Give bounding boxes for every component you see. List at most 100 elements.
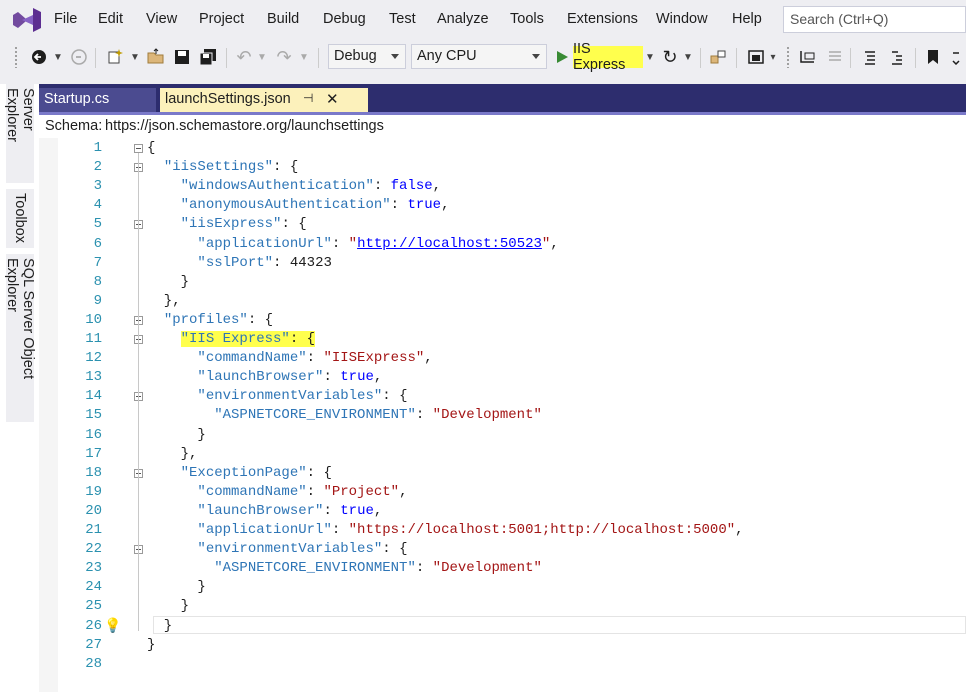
navigate-back-icon[interactable] bbox=[28, 46, 50, 68]
save-icon[interactable] bbox=[171, 46, 193, 68]
code-line[interactable]: "launchBrowser": true, bbox=[147, 503, 382, 519]
dropdown-arrow-icon[interactable]: ▼ bbox=[256, 46, 268, 68]
menu-build[interactable]: Build bbox=[267, 11, 299, 27]
code-line[interactable]: { bbox=[147, 140, 155, 156]
line-number: 14 bbox=[85, 388, 102, 405]
toolbar-grip[interactable] bbox=[14, 46, 18, 68]
outlining-margin-line bbox=[138, 153, 139, 631]
run-target-button[interactable]: IIS Express bbox=[573, 41, 643, 73]
code-line[interactable]: "ASPNETCORE_ENVIRONMENT": "Development" bbox=[147, 407, 542, 423]
solution-configuration-select[interactable]: Debug bbox=[328, 44, 406, 69]
code-line[interactable]: "applicationUrl": "http://localhost:5052… bbox=[147, 236, 558, 252]
menu-project[interactable]: Project bbox=[199, 11, 244, 27]
open-folder-icon[interactable] bbox=[144, 46, 168, 68]
toolbar-grip[interactable] bbox=[786, 46, 790, 68]
search-input[interactable]: Search (Ctrl+Q) bbox=[783, 6, 966, 33]
dropdown-arrow-icon[interactable]: ▼ bbox=[682, 46, 694, 68]
dropdown-arrow-icon[interactable]: ▼ bbox=[129, 46, 141, 68]
document-tab-strip: Startup.cs launchSettings.json ⊣ ✕ bbox=[39, 84, 966, 115]
code-line[interactable]: "launchBrowser": true, bbox=[147, 369, 382, 385]
line-number: 1 bbox=[93, 140, 102, 156]
code-line[interactable]: }, bbox=[147, 446, 198, 462]
code-line[interactable]: "environmentVariables": { bbox=[147, 541, 407, 557]
code-line[interactable]: } bbox=[147, 598, 189, 614]
line-number: 21 bbox=[85, 522, 102, 538]
code-line[interactable]: } bbox=[147, 274, 189, 290]
menu-edit[interactable]: Edit bbox=[98, 11, 123, 27]
start-debugging-icon[interactable] bbox=[553, 46, 571, 68]
dropdown-arrow-icon[interactable]: ▼ bbox=[645, 46, 655, 68]
redo-icon[interactable]: ↷ bbox=[273, 46, 295, 68]
tab-launch-settings-json[interactable]: launchSettings.json ⊣ ✕ bbox=[160, 88, 368, 112]
solution-explorer-icon[interactable] bbox=[745, 46, 767, 68]
browser-link-icon[interactable] bbox=[706, 46, 730, 68]
menu-debug[interactable]: Debug bbox=[323, 11, 366, 27]
server-explorer-tab[interactable]: Server Explorer bbox=[4, 84, 36, 183]
uncomment-lines-icon[interactable] bbox=[885, 46, 909, 68]
visual-studio-logo-icon[interactable] bbox=[10, 6, 44, 34]
code-line[interactable]: "anonymousAuthentication": true, bbox=[147, 197, 450, 213]
code-line[interactable]: "profiles": { bbox=[147, 312, 273, 328]
dropdown-arrow-icon[interactable]: ▼ bbox=[52, 46, 64, 68]
code-line[interactable]: } bbox=[147, 427, 205, 443]
code-line[interactable]: "IIS Express": { bbox=[147, 331, 316, 347]
current-line-highlight bbox=[153, 615, 966, 634]
line-number: 19 bbox=[85, 483, 102, 500]
pin-icon[interactable]: ⊣ bbox=[303, 91, 313, 105]
menu-test[interactable]: Test bbox=[389, 11, 416, 27]
line-number: 22 bbox=[85, 541, 102, 558]
code-line[interactable]: "environmentVariables": { bbox=[147, 388, 407, 404]
dropdown-arrow-icon[interactable]: ▾ bbox=[767, 46, 779, 68]
lightbulb-icon[interactable]: 💡 bbox=[104, 618, 121, 635]
toolbox-tab[interactable]: Toolbox bbox=[6, 189, 34, 248]
undo-icon[interactable]: ↶ bbox=[233, 46, 255, 68]
new-project-icon[interactable] bbox=[103, 46, 127, 68]
navigate-forward-icon[interactable] bbox=[68, 46, 90, 68]
code-line[interactable]: "ASPNETCORE_ENVIRONMENT": "Development" bbox=[147, 560, 542, 576]
code-line[interactable]: "windowsAuthentication": false, bbox=[147, 178, 441, 194]
menu-extensions[interactable]: Extensions bbox=[567, 11, 638, 27]
tab-startup-cs[interactable]: Startup.cs bbox=[39, 88, 156, 112]
platform-value: Any CPU bbox=[417, 48, 477, 64]
code-line[interactable]: "iisExpress": { bbox=[147, 216, 307, 232]
step-into-icon[interactable] bbox=[796, 46, 820, 68]
toolbar-overflow-icon[interactable] bbox=[948, 46, 964, 68]
menu-tools[interactable]: Tools bbox=[510, 11, 544, 27]
sql-server-object-explorer-tab[interactable]: SQL Server Object Explorer bbox=[4, 254, 36, 422]
bookmark-icon[interactable] bbox=[922, 46, 944, 68]
code-line[interactable]: "commandName": "Project", bbox=[147, 484, 407, 500]
menu-analyze[interactable]: Analyze bbox=[437, 11, 489, 27]
code-line[interactable]: "applicationUrl": "https://localhost:500… bbox=[147, 522, 743, 538]
toolbar-separator bbox=[318, 48, 319, 68]
toolbar-separator bbox=[915, 48, 916, 68]
close-icon[interactable]: ✕ bbox=[326, 90, 339, 108]
code-line[interactable]: "iisSettings": { bbox=[147, 159, 298, 175]
menu-window[interactable]: Window bbox=[656, 11, 708, 27]
schema-url-input[interactable]: https://json.schemastore.org/launchsetti… bbox=[105, 118, 384, 134]
refresh-icon[interactable]: ↻ bbox=[659, 46, 681, 68]
code-line[interactable]: }, bbox=[147, 293, 181, 309]
menu-file[interactable]: File bbox=[54, 11, 77, 27]
save-all-icon[interactable] bbox=[196, 46, 220, 68]
toolbar-separator bbox=[226, 48, 227, 68]
schema-bar: Schema: https://json.schemastore.org/lau… bbox=[39, 115, 966, 139]
menu-view[interactable]: View bbox=[146, 11, 177, 27]
tool-window-sidebar: Server Explorer Toolbox SQL Server Objec… bbox=[0, 84, 39, 692]
code-line[interactable]: } bbox=[147, 637, 155, 653]
line-number: 25 bbox=[85, 598, 102, 615]
dropdown-arrow-icon[interactable]: ▼ bbox=[298, 46, 310, 68]
code-line[interactable]: "ExceptionPage": { bbox=[147, 465, 332, 481]
step-over-icon[interactable] bbox=[824, 46, 846, 68]
code-line[interactable]: "commandName": "IISExpress", bbox=[147, 350, 432, 366]
code-line[interactable]: } bbox=[147, 579, 205, 595]
line-number: 16 bbox=[85, 426, 102, 443]
solution-platform-select[interactable]: Any CPU bbox=[411, 44, 547, 69]
line-number: 2 bbox=[93, 159, 102, 176]
line-number: 24 bbox=[85, 579, 102, 596]
collapse-region-icon[interactable] bbox=[134, 144, 143, 153]
menu-help[interactable]: Help bbox=[732, 11, 762, 27]
line-number: 7 bbox=[93, 254, 102, 271]
comment-lines-icon[interactable] bbox=[858, 46, 882, 68]
line-number: 12 bbox=[85, 350, 102, 367]
code-line[interactable]: "sslPort": 44323 bbox=[147, 255, 331, 271]
